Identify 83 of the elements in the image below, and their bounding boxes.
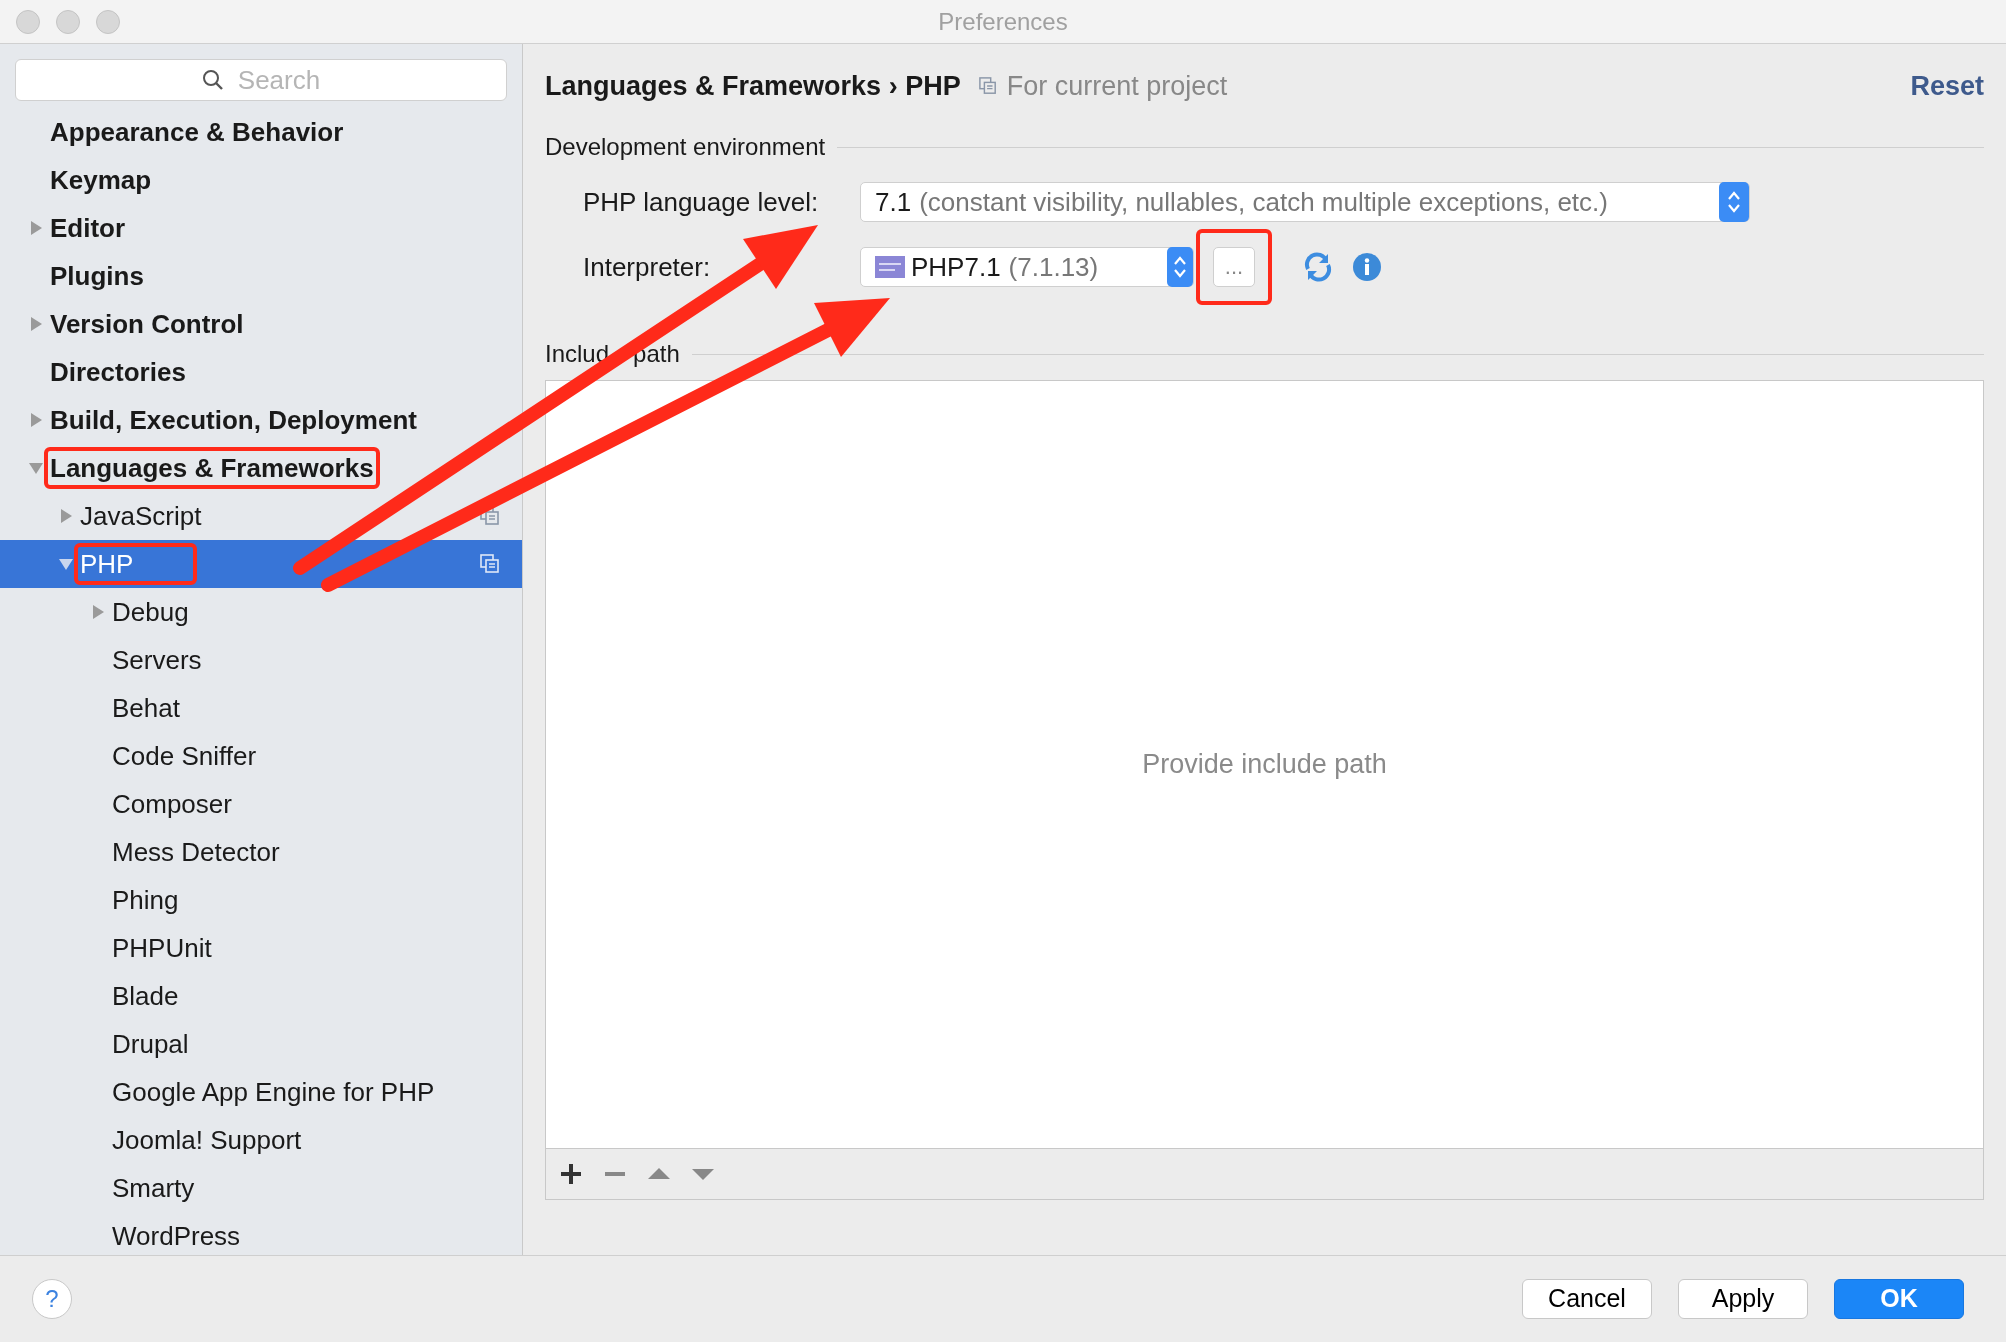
item-label: Code Sniffer — [112, 740, 257, 773]
empty-list-text: Provide include path — [1142, 748, 1387, 782]
window-title: Preferences — [938, 6, 1068, 37]
section-title: Development environment — [545, 132, 826, 162]
copy-icon — [978, 77, 997, 95]
tree-item[interactable]: Appearance & Behavior — [0, 108, 522, 156]
search-field[interactable]: Search — [15, 59, 507, 101]
php-icon — [875, 256, 905, 278]
tree-item[interactable]: Smarty — [0, 1164, 522, 1212]
tree-item[interactable]: Build, Execution, Deployment — [0, 396, 522, 444]
tree-item[interactable]: JavaScript — [0, 492, 522, 540]
help-button[interactable]: ? — [32, 1279, 72, 1319]
tree-item[interactable]: Version Control — [0, 300, 522, 348]
item-label: PHP — [74, 543, 198, 585]
item-label: Joomla! Support — [112, 1124, 302, 1157]
tree-item[interactable]: Mess Detector — [0, 828, 522, 876]
field-label: Interpreter: — [583, 250, 712, 284]
item-label: WordPress — [112, 1220, 241, 1253]
item-label: Drupal — [112, 1028, 189, 1061]
item-label: Debug — [112, 596, 189, 629]
item-label: Plugins — [50, 260, 144, 293]
browse-button[interactable]: ... — [1213, 247, 1255, 287]
item-label: Version Control — [50, 308, 244, 341]
tree-item[interactable]: Phing — [0, 876, 522, 924]
language-level-dropdown[interactable]: 7.1 (constant visibility, nullables, catch multiple exceptions, etc.) — [860, 182, 1750, 222]
item-label: PHPUnit — [112, 932, 212, 965]
tree-item[interactable]: Joomla! Support — [0, 1116, 522, 1164]
tree-item[interactable]: Editor — [0, 204, 522, 252]
tree-item[interactable]: Composer — [0, 780, 522, 828]
refresh-icon[interactable] — [1302, 251, 1334, 283]
tree-item[interactable]: Servers — [0, 636, 522, 684]
tree-item[interactable]: Keymap — [0, 156, 522, 204]
item-label: Build, Execution, Deployment — [50, 404, 417, 437]
breadcrumb: Languages & Frameworks › PHP — [545, 69, 961, 103]
item-label: Smarty — [112, 1172, 195, 1205]
tree-item[interactable]: Blade — [0, 972, 522, 1020]
dialog-button[interactable]: OK — [1834, 1279, 1964, 1319]
item-label: JavaScript — [80, 500, 202, 533]
item-label: Behat — [112, 692, 180, 725]
expanded-arrow-icon[interactable] — [28, 460, 44, 476]
interpreter-dropdown[interactable]: PHP7.1 (7.1.13) — [860, 247, 1194, 287]
scope-label: For current project — [1006, 69, 1228, 103]
item-label: Google App Engine for PHP — [112, 1076, 435, 1109]
field-label: PHP language level: — [583, 185, 820, 219]
info-icon[interactable] — [1352, 252, 1382, 282]
item-label: Phing — [112, 884, 179, 917]
tree-item[interactable]: Behat — [0, 684, 522, 732]
tree-item[interactable]: PHPUnit — [0, 924, 522, 972]
item-label: Editor — [50, 212, 126, 245]
item-label: Composer — [112, 788, 232, 821]
item-label: Servers — [112, 644, 202, 677]
search-icon — [201, 68, 225, 92]
item-label: Appearance & Behavior — [50, 116, 344, 149]
tree-item[interactable]: Debug — [0, 588, 522, 636]
tree-item[interactable]: Languages & Frameworks — [0, 444, 522, 492]
tree-item[interactable]: Plugins — [0, 252, 522, 300]
section-title: Includ — [545, 339, 610, 369]
reset-link[interactable]: Reset — [1910, 65, 1984, 107]
add-icon[interactable] — [560, 1163, 582, 1185]
item-label: Keymap — [50, 164, 152, 197]
expanded-arrow-icon[interactable] — [58, 556, 74, 572]
collapsed-arrow-icon[interactable] — [28, 220, 44, 236]
dialog-button[interactable]: Cancel — [1522, 1279, 1652, 1319]
dialog-button[interactable]: Apply — [1678, 1279, 1808, 1319]
window-control-button[interactable] — [56, 10, 80, 34]
window-control-button[interactable] — [16, 10, 40, 34]
tree-item[interactable]: WordPress — [0, 1212, 522, 1255]
collapsed-arrow-icon[interactable] — [58, 508, 74, 524]
tree-item[interactable]: Drupal — [0, 1020, 522, 1068]
tree-item[interactable]: Google App Engine for PHP — [0, 1068, 522, 1116]
item-label: Directories — [50, 356, 186, 389]
item-label: Blade — [112, 980, 179, 1013]
collapsed-arrow-icon[interactable] — [90, 604, 106, 620]
dropdown-arrows-icon — [1719, 182, 1749, 222]
collapsed-arrow-icon[interactable] — [28, 316, 44, 332]
collapsed-arrow-icon[interactable] — [28, 412, 44, 428]
tree-item[interactable]: Code Sniffer — [0, 732, 522, 780]
dropdown-arrows-icon — [1167, 247, 1193, 287]
tree-item[interactable]: PHP — [0, 540, 522, 588]
item-label: Languages & Frameworks — [44, 447, 380, 489]
tree-item[interactable]: Directories — [0, 348, 522, 396]
window-control-button[interactable] — [96, 10, 120, 34]
item-label: Mess Detector — [112, 836, 280, 869]
